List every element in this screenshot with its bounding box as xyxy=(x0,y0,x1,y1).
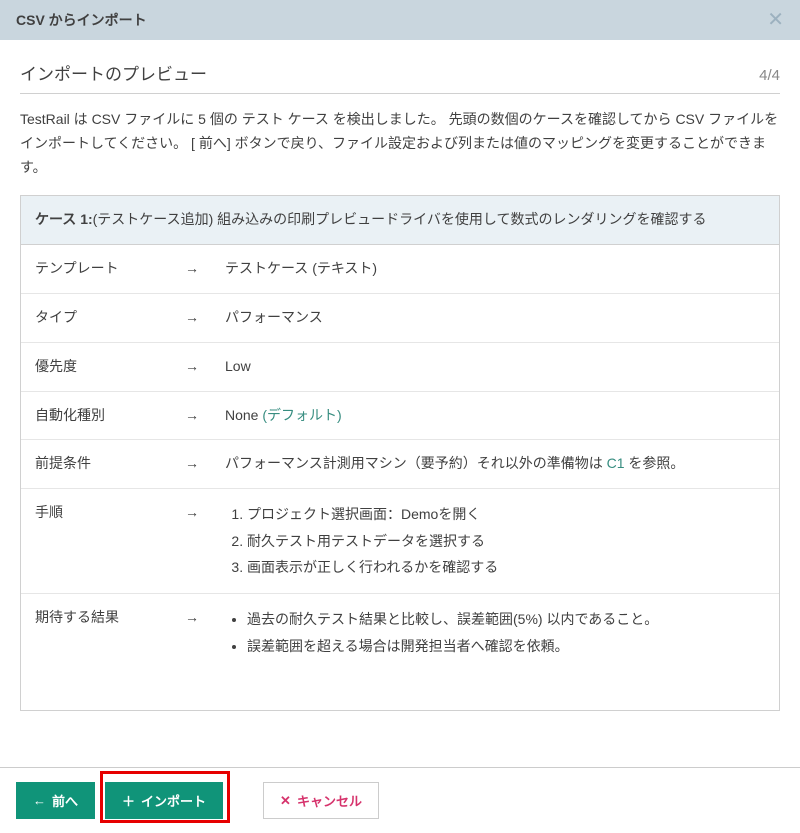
list-item: 耐久テスト用テストデータを選択する xyxy=(247,528,765,555)
import-description: TestRail は CSV ファイルに 5 個の テスト ケース を検出しまし… xyxy=(20,108,780,179)
list-item: 画面表示が正しく行われるかを確認する xyxy=(247,554,765,581)
dialog-title: CSV からインポート xyxy=(16,10,147,30)
case-action: (テストケース追加) xyxy=(93,211,214,227)
field-label: 優先度 xyxy=(35,355,185,379)
list-item: 誤差範囲を超える場合は開発担当者へ確認を依頼。 xyxy=(247,633,765,660)
field-value: 過去の耐久テスト結果と比較し、誤差範囲(5%) 以内であること。 誤差範囲を超え… xyxy=(225,606,765,659)
highlight-annotation xyxy=(100,771,230,823)
field-value: テストケース (テキスト) xyxy=(225,257,765,281)
field-priority: 優先度 → Low xyxy=(21,343,779,392)
arrow-icon: → xyxy=(185,306,225,330)
field-automation: 自動化種別 → None (デフォルト) xyxy=(21,392,779,441)
automation-default: (デフォルト) xyxy=(262,407,341,423)
precond-text-pre: パフォーマンス計測用マシン（要予約）それ以外の準備物は xyxy=(225,455,607,471)
dialog-body: インポートのプレビュー 4/4 TestRail は CSV ファイルに 5 個… xyxy=(0,40,800,721)
steps-list: プロジェクト選択画面：Demoを開く 耐久テスト用テストデータを選択する 画面表… xyxy=(225,501,765,581)
field-label: タイプ xyxy=(35,306,185,330)
field-label: 手順 xyxy=(35,501,185,581)
arrow-icon: → xyxy=(185,606,225,659)
close-icon: ✕ xyxy=(280,793,291,809)
precond-link[interactable]: C1 xyxy=(607,455,625,471)
field-value: None (デフォルト) xyxy=(225,404,765,428)
field-precondition: 前提条件 → パフォーマンス計測用マシン（要予約）それ以外の準備物は C1 を参… xyxy=(21,440,779,489)
automation-value: None xyxy=(225,407,262,423)
cancel-label: キャンセル xyxy=(297,791,362,810)
arrow-icon: → xyxy=(185,257,225,281)
field-value: パフォーマンス xyxy=(225,306,765,330)
precond-text-post: を参照。 xyxy=(625,455,685,471)
field-type: タイプ → パフォーマンス xyxy=(21,294,779,343)
field-label: 自動化種別 xyxy=(35,404,185,428)
subheader: インポートのプレビュー 4/4 xyxy=(20,60,780,94)
field-value: Low xyxy=(225,355,765,379)
field-steps: 手順 → プロジェクト選択画面：Demoを開く 耐久テスト用テストデータを選択す… xyxy=(21,489,779,594)
field-template: テンプレート → テストケース (テキスト) xyxy=(21,245,779,294)
arrow-icon: → xyxy=(185,355,225,379)
close-icon[interactable]: ✕ xyxy=(767,10,784,30)
back-button[interactable]: ← 前へ xyxy=(16,782,95,819)
field-value: パフォーマンス計測用マシン（要予約）それ以外の準備物は C1 を参照。 xyxy=(225,452,765,476)
subtitle: インポートのプレビュー xyxy=(20,60,207,85)
arrow-icon: → xyxy=(185,501,225,581)
list-item: プロジェクト選択画面：Demoを開く xyxy=(247,501,765,528)
field-label: 期待する結果 xyxy=(35,606,185,659)
preview-panel[interactable]: ケース 1:(テストケース追加) 組み込みの印刷プレビュードライバを使用して数式… xyxy=(20,195,780,711)
dialog-header: CSV からインポート ✕ xyxy=(0,0,800,40)
case-number: ケース 1: xyxy=(35,211,93,227)
case-header: ケース 1:(テストケース追加) 組み込みの印刷プレビュードライバを使用して数式… xyxy=(21,196,779,245)
field-label: 前提条件 xyxy=(35,452,185,476)
arrow-icon: → xyxy=(185,452,225,476)
expected-list: 過去の耐久テスト結果と比較し、誤差範囲(5%) 以内であること。 誤差範囲を超え… xyxy=(225,606,765,659)
arrow-icon: → xyxy=(185,404,225,428)
list-item: 過去の耐久テスト結果と比較し、誤差範囲(5%) 以内であること。 xyxy=(247,606,765,633)
cancel-button[interactable]: ✕ キャンセル xyxy=(263,782,379,819)
field-expected: 期待する結果 → 過去の耐久テスト結果と比較し、誤差範囲(5%) 以内であること… xyxy=(21,594,779,671)
case-title: 組み込みの印刷プレビュードライバを使用して数式のレンダリングを確認する xyxy=(213,211,706,227)
arrow-left-icon: ← xyxy=(33,793,46,808)
back-label: 前へ xyxy=(52,791,78,810)
field-value: プロジェクト選択画面：Demoを開く 耐久テスト用テストデータを選択する 画面表… xyxy=(225,501,765,581)
step-indicator: 4/4 xyxy=(759,67,780,84)
field-label: テンプレート xyxy=(35,257,185,281)
